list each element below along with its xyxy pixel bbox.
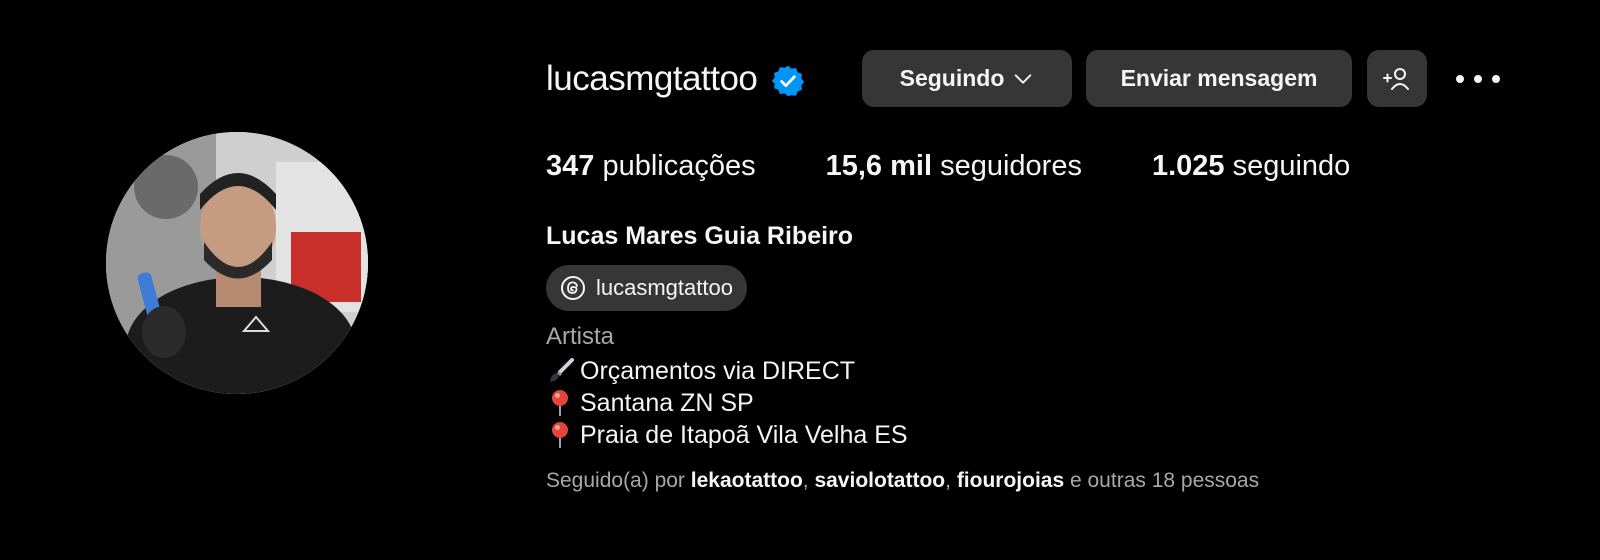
more-dot-icon bbox=[1474, 75, 1482, 83]
followers-label: seguidores bbox=[940, 150, 1082, 182]
profile-category: Artista bbox=[546, 323, 615, 350]
followed-by-separator: , bbox=[945, 469, 957, 492]
bio-line: Orçamentos via DIRECT bbox=[546, 355, 908, 387]
profile-stats: 347 publicações 15,6 mil seguidores 1.02… bbox=[546, 150, 1420, 183]
round-pushpin-emoji-icon bbox=[552, 390, 568, 416]
add-person-icon bbox=[1383, 67, 1409, 90]
followed-by[interactable]: Seguido(a) por lekaotattoo, saviolotatto… bbox=[546, 469, 1259, 493]
following-stat[interactable]: 1.025 seguindo bbox=[1152, 150, 1350, 183]
posts-stat: 347 publicações bbox=[546, 150, 756, 183]
suggest-accounts-button[interactable] bbox=[1367, 50, 1427, 107]
threads-link[interactable]: lucasmgtattoo bbox=[546, 265, 747, 311]
bio-line: Praia de Itapoã Vila Velha ES bbox=[546, 419, 908, 451]
follower-account-link[interactable]: saviolotattoo bbox=[814, 469, 945, 492]
followed-by-prefix: Seguido(a) por bbox=[546, 469, 691, 492]
threads-handle: lucasmgtattoo bbox=[596, 275, 733, 300]
send-message-button[interactable]: Enviar mensagem bbox=[1086, 50, 1352, 107]
profile-bio: Orçamentos via DIRECT Santana ZN SP Prai… bbox=[546, 355, 908, 451]
round-pushpin-emoji-icon bbox=[552, 422, 568, 448]
followers-stat[interactable]: 15,6 mil seguidores bbox=[826, 150, 1082, 183]
chevron-down-icon bbox=[1015, 73, 1032, 84]
following-button-label: Seguindo bbox=[899, 65, 1005, 91]
followed-by-suffix: e outras 18 pessoas bbox=[1064, 469, 1260, 492]
bio-line-1: Orçamentos via DIRECT bbox=[580, 357, 856, 385]
bio-line-3: Praia de Itapoã Vila Velha ES bbox=[580, 421, 908, 449]
threads-icon bbox=[561, 276, 585, 300]
more-options-icon[interactable] bbox=[1456, 62, 1500, 96]
followed-by-separator: , bbox=[802, 469, 815, 492]
paintbrush-emoji-icon bbox=[550, 358, 574, 382]
send-message-label: Enviar mensagem bbox=[1120, 65, 1318, 91]
profile-header: lucasmgtattoo bbox=[546, 50, 805, 107]
bio-line: Santana ZN SP bbox=[546, 387, 908, 419]
username: lucasmgtattoo bbox=[546, 58, 758, 98]
more-dot-icon bbox=[1492, 75, 1500, 83]
verified-badge-icon bbox=[772, 65, 805, 96]
posts-count: 347 bbox=[546, 150, 595, 182]
avatar-image bbox=[106, 132, 368, 394]
following-button[interactable]: Seguindo bbox=[862, 50, 1072, 107]
follower-account-link[interactable]: fiourojoias bbox=[957, 469, 1064, 492]
more-dot-icon bbox=[1456, 75, 1464, 83]
follower-account-link[interactable]: lekaotattoo bbox=[691, 469, 803, 492]
following-label: seguindo bbox=[1232, 150, 1351, 182]
bio-line-2: Santana ZN SP bbox=[580, 389, 754, 417]
followers-count: 15,6 mil bbox=[825, 150, 933, 182]
following-count: 1.025 bbox=[1151, 150, 1225, 182]
profile-avatar[interactable] bbox=[106, 132, 368, 394]
full-name: Lucas Mares Guia Ribeiro bbox=[546, 222, 854, 250]
posts-label: publicações bbox=[602, 150, 756, 182]
